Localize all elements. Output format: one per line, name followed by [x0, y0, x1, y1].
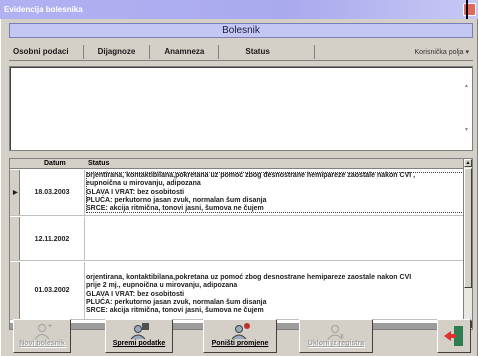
user-fields-dropdown[interactable]: Korisnička polja ▾	[415, 48, 473, 56]
status-line: SRCE: akcija ritmična, tonovi jasni, šum…	[86, 205, 264, 213]
scroll-up-icon[interactable]: ▲	[464, 159, 472, 167]
person-undo-icon	[231, 323, 250, 340]
status-grid[interactable]: Datum Status ▶ 18.03.2003 orjentirana, k…	[9, 158, 473, 330]
tab-anamneza[interactable]: Anamneza	[150, 44, 220, 59]
person-remove-icon: x	[327, 325, 344, 340]
save-label: Spremi podatke	[112, 340, 166, 347]
status-line: orjentirana, kontaktibilana,pokretana uz…	[86, 172, 416, 179]
person-add-icon: +	[34, 323, 52, 340]
status-line: PLUĆA: perkutorno jasan zvuk, normalan š…	[86, 196, 267, 204]
window-titlebar: Evidencija bolesnika	[0, 0, 478, 19]
row-status: orjentirana, kontaktibilana,pokretana uz…	[86, 274, 464, 315]
vertical-scrollbar[interactable]: ▲ ▼	[463, 159, 472, 329]
new-patient-button[interactable]: + Novi bolesnik	[13, 319, 71, 353]
scroll-thumb[interactable]	[464, 168, 472, 288]
exit-door-icon	[444, 326, 463, 346]
remove-label: Ukloni iz registra	[307, 340, 365, 347]
column-header-datum[interactable]: Datum	[44, 160, 66, 167]
row-indicator: ▶	[10, 170, 20, 215]
cancel-changes-button[interactable]: Poništi promjene	[203, 319, 277, 353]
svg-text:x: x	[340, 333, 344, 340]
status-line: orjentirana, kontaktibilana,pokretana uz…	[86, 274, 412, 281]
tab-bar: Osobni podaci Dijagnoze Anamneza Status …	[9, 43, 473, 61]
status-line: PLUĆA: perkutorno jasan zvuk, normalan š…	[86, 298, 267, 306]
bottom-toolbar: + Novi bolesnik Spremi podatke Poništi p…	[9, 319, 473, 355]
scroll-down-icon[interactable]: ▼	[464, 127, 470, 133]
row-date: 12.11.2002	[34, 236, 70, 243]
remove-from-registry-button[interactable]: x Ukloni iz registra	[299, 319, 373, 353]
exit-button[interactable]	[437, 319, 471, 353]
column-header-status[interactable]: Status	[88, 160, 109, 167]
row-date: 01.03.2002	[34, 287, 70, 294]
column-separator	[84, 217, 85, 260]
current-row-icon: ▶	[13, 190, 18, 196]
status-line: eupnoična u mirovanju, adipozana	[86, 180, 201, 188]
main-window: Bolesnik Osobni podaci Dijagnoze Anamnez…	[0, 19, 478, 356]
column-separator	[84, 262, 85, 319]
cancel-changes-label: Poništi promjene	[211, 340, 269, 347]
status-line: SRCE: akcija ritmična, tonovi jasni, šum…	[86, 307, 264, 315]
column-separator	[84, 170, 85, 215]
table-row[interactable]: 12.11.2002	[10, 217, 465, 261]
person-save-icon	[130, 323, 149, 340]
window-title: Evidencija bolesnika	[4, 5, 83, 14]
table-row[interactable]: 01.03.2002 orjentirana, kontaktibilana,p…	[10, 262, 465, 320]
tab-dijagnoze[interactable]: Dijagnoze	[84, 44, 151, 59]
row-date: 18.03.2003	[34, 189, 70, 196]
grid-header: Datum Status	[10, 159, 465, 169]
status-text-area[interactable]: ▲ ▼	[9, 66, 473, 151]
tab-osobni-podaci[interactable]: Osobni podaci	[9, 44, 84, 59]
row-status: orjentirana, kontaktibilana,pokretana uz…	[86, 172, 464, 214]
row-indicator	[10, 217, 20, 260]
status-line: GLAVA I VRAT: bez osobitosti	[86, 290, 185, 298]
save-button[interactable]: Spremi podatke	[105, 319, 173, 353]
svg-text:+: +	[48, 323, 52, 330]
page-title: Bolesnik	[9, 23, 473, 38]
new-patient-label: Novi bolesnik	[19, 340, 65, 347]
status-line: GLAVA I VRAT: bez osobitosti	[86, 188, 185, 196]
tab-status[interactable]: Status	[219, 44, 315, 59]
row-indicator	[10, 262, 20, 319]
table-row[interactable]: ▶ 18.03.2003 orjentirana, kontaktibilana…	[10, 170, 465, 216]
status-line: prije 2 mj., eupnoična u mirovanju, adip…	[86, 282, 238, 290]
scroll-up-icon[interactable]: ▲	[464, 83, 470, 89]
